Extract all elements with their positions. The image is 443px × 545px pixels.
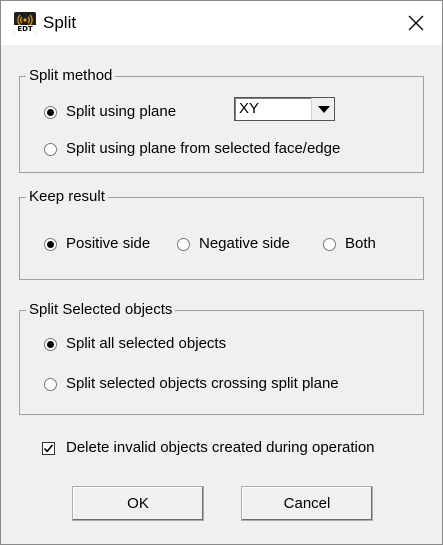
ok-button[interactable]: OK [72,486,204,521]
radio-indicator[interactable] [44,337,57,351]
radio-indicator[interactable] [44,142,57,156]
radio-positive-side[interactable]: Positive side [44,235,150,253]
radio-label: Split using plane [66,103,177,120]
split-method-group: Split method Split using plane XY Split … [19,67,424,173]
radio-split-using-plane[interactable]: Split using plane [44,103,176,121]
radio-label: Negative side [199,235,290,252]
keep-result-group: Keep result Positive side Negative side … [19,188,424,280]
chevron-down-icon[interactable] [311,98,334,120]
radio-label: Positive side [66,235,151,252]
check-icon [43,443,54,452]
split-method-legend: Split method [26,67,116,85]
radio-indicator[interactable] [177,237,190,251]
checkbox-indicator[interactable] [42,441,55,455]
radio-indicator[interactable] [323,237,336,251]
plane-combo-value[interactable]: XY [235,98,311,120]
split-selected-group: Split Selected objects Split all selecte… [19,301,424,415]
plane-combo[interactable]: XY [234,97,335,121]
radio-split-crossing-plane[interactable]: Split selected objects crossing split pl… [44,375,339,393]
window-title: Split [43,13,77,32]
cancel-button[interactable]: Cancel [241,486,373,521]
radio-label: Both [345,235,376,252]
keep-result-legend: Keep result [26,188,108,206]
title-bar: EDT Split [1,1,442,45]
checkbox-label: Delete invalid objects created during op… [66,439,375,456]
radio-indicator[interactable] [44,377,57,391]
close-icon [408,15,424,31]
close-button[interactable] [399,7,433,39]
radio-both[interactable]: Both [323,235,376,253]
split-selected-legend: Split Selected objects [26,301,176,319]
radio-indicator[interactable] [44,237,57,251]
radio-indicator[interactable] [44,105,57,119]
radio-label: Split all selected objects [66,335,227,352]
delete-invalid-checkbox[interactable]: Delete invalid objects created during op… [42,439,375,457]
radio-split-all-selected[interactable]: Split all selected objects [44,335,226,353]
app-icon: EDT [14,12,36,34]
radio-negative-side[interactable]: Negative side [177,235,290,253]
radio-label: Split selected objects crossing split pl… [66,375,339,392]
radio-split-from-face-edge[interactable]: Split using plane from selected face/edg… [44,140,340,158]
app-icon-label: EDT [14,25,36,34]
split-dialog: EDT Split Split method Split using plane… [0,0,443,545]
radio-label: Split using plane from selected face/edg… [66,140,341,157]
